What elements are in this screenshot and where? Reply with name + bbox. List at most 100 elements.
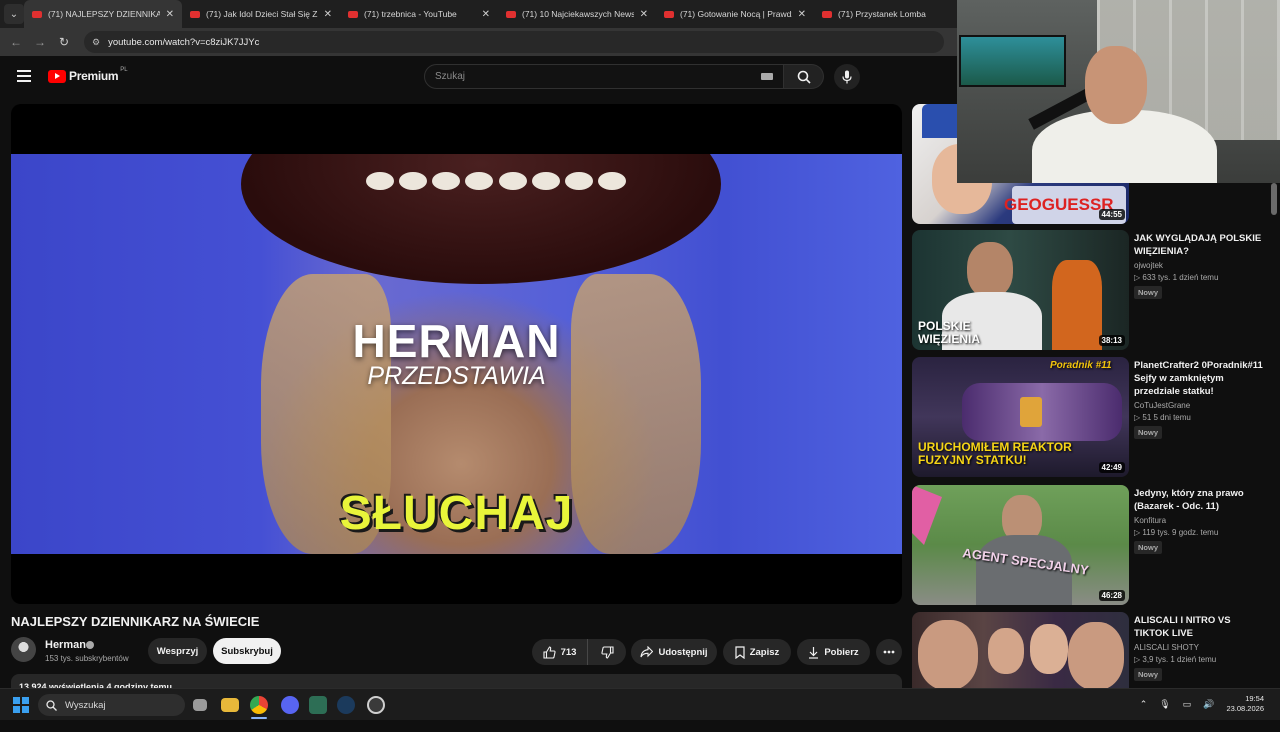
video-duration: 38:13 bbox=[1098, 335, 1125, 346]
taskbar-search-box[interactable]: Wyszukaj bbox=[38, 694, 185, 716]
close-tab-icon[interactable]: ✕ bbox=[640, 9, 648, 20]
clock[interactable]: 19:54 23.08.2026 bbox=[1226, 694, 1264, 714]
search-button[interactable] bbox=[784, 64, 824, 89]
discord-icon[interactable] bbox=[281, 696, 299, 714]
system-tray: ⌃ 🎙 ▭ 🔊 19:54 23.08.2026 bbox=[1140, 694, 1264, 714]
video-thumbnail[interactable]: Poradnik #11 URUCHOMIŁEM REAKTOR FUZYJNY… bbox=[912, 357, 1129, 477]
video-title[interactable]: ALISCALI I NITRO VS TIKTOK LIVE bbox=[1134, 614, 1268, 640]
channel-name[interactable]: Konfitura bbox=[1134, 516, 1268, 525]
close-tab-icon[interactable]: ✕ bbox=[324, 9, 332, 20]
url-text: youtube.com/watch?v=c8ziJK7JJYc bbox=[108, 36, 260, 48]
bookmark-icon bbox=[735, 645, 745, 659]
download-button[interactable]: Pobierz bbox=[797, 639, 870, 665]
new-badge: Nowy bbox=[1134, 541, 1163, 554]
volume-icon[interactable]: 🔊 bbox=[1203, 699, 1214, 710]
video-stats: ▷ 51 5 dni temu bbox=[1134, 413, 1191, 422]
obs-icon[interactable] bbox=[367, 696, 385, 714]
close-tab-icon[interactable]: ✕ bbox=[482, 9, 490, 20]
thumbs-up-icon bbox=[543, 645, 556, 659]
video-duration: 44:55 bbox=[1098, 209, 1125, 220]
youtube-favicon-icon bbox=[190, 10, 200, 18]
task-view-icon[interactable] bbox=[193, 699, 207, 711]
site-settings-icon[interactable]: ⚙ bbox=[92, 37, 100, 48]
channel-name[interactable]: ALISCALI SHOTY bbox=[1134, 643, 1268, 652]
video-title[interactable]: PlanetCrafter2 0Poradnik#11 Sejfy w zamk… bbox=[1134, 359, 1268, 398]
close-tab-icon[interactable]: ✕ bbox=[798, 9, 806, 20]
youtube-premium-logo[interactable]: Premium PL bbox=[48, 67, 128, 83]
channel-name[interactable]: Herman bbox=[45, 639, 86, 651]
address-bar[interactable]: ⚙ youtube.com/watch?v=c8ziJK7JJYc bbox=[84, 31, 944, 53]
thumbnail-overlay-text: URUCHOMIŁEM REAKTOR FUZYJNY STATKU! bbox=[918, 440, 1072, 467]
thumbnail-overlay-text: GEOGUESSR bbox=[1004, 195, 1114, 214]
windows-start-icon[interactable] bbox=[13, 697, 29, 713]
sidebar-scrollbar[interactable] bbox=[1271, 183, 1277, 215]
file-explorer-icon[interactable] bbox=[221, 698, 239, 712]
chrome-icon[interactable] bbox=[250, 696, 268, 714]
youtube-favicon-icon bbox=[348, 10, 358, 18]
video-title[interactable]: Jedyny, który zna prawo (Bazarek - Odc. … bbox=[1134, 487, 1268, 513]
like-button[interactable]: 713 bbox=[532, 639, 588, 665]
browser-tab[interactable]: (71) 10 Najciekawszych Newsów✕ bbox=[498, 0, 656, 28]
video-title[interactable]: JAK WYGLĄDAJĄ POLSKIE WIĘZIENIA? bbox=[1134, 232, 1268, 258]
new-badge: Nowy bbox=[1134, 668, 1163, 681]
youtube-header: Premium PL Szukaj bbox=[0, 56, 957, 98]
search-input[interactable]: Szukaj bbox=[424, 64, 784, 89]
thumbs-down-icon bbox=[600, 645, 614, 659]
video-stats: ▷ 633 tys. 1 dzień temu bbox=[1134, 273, 1219, 282]
browser-tab[interactable]: (71) trzebnica - YouTube ✕ bbox=[340, 0, 498, 28]
xbox-app-icon[interactable] bbox=[309, 696, 327, 714]
share-button[interactable]: Udostępnij bbox=[631, 639, 717, 665]
browser-tab[interactable]: (71) Gotowanie Nocą | Prawdziw ✕ bbox=[656, 0, 814, 28]
voice-search-button[interactable] bbox=[834, 64, 860, 90]
back-arrow-icon[interactable]: ← bbox=[4, 35, 28, 49]
tab-list-button[interactable]: ⌄ bbox=[4, 4, 24, 24]
subscribe-button[interactable]: Subskrybuj bbox=[213, 638, 281, 664]
recommended-video[interactable]: POLSKIE WIĘZIENIA 38:13 JAK WYGLĄDAJĄ PO… bbox=[912, 230, 1272, 350]
forward-arrow-icon[interactable]: → bbox=[28, 35, 52, 49]
video-stats: ▷ 119 tys. 9 godz. temu bbox=[1134, 528, 1219, 537]
steam-icon[interactable] bbox=[337, 696, 355, 714]
pink-splash-shape bbox=[912, 485, 942, 545]
video-meta: JAK WYGLĄDAJĄ POLSKIE WIĘZIENIA? ojwojte… bbox=[1134, 232, 1268, 300]
channel-avatar[interactable] bbox=[11, 637, 36, 662]
hamburger-menu-icon[interactable] bbox=[17, 70, 31, 82]
face-shape bbox=[967, 242, 1013, 298]
face-shape bbox=[988, 628, 1024, 674]
join-button[interactable]: Wesprzyj bbox=[148, 638, 207, 664]
save-button[interactable]: Zapisz bbox=[723, 639, 791, 665]
video-duration: 46:28 bbox=[1098, 590, 1125, 601]
search-icon bbox=[46, 699, 57, 711]
video-overlay-subtitle: PRZEDSTAWIA bbox=[367, 362, 546, 390]
channel-name[interactable]: ojwojtek bbox=[1134, 261, 1268, 270]
youtube-favicon-icon bbox=[32, 10, 42, 18]
dislike-button[interactable] bbox=[588, 639, 626, 665]
youtube-favicon-icon bbox=[506, 10, 516, 18]
search-icon bbox=[797, 70, 811, 84]
recommended-video[interactable]: Poradnik #11 URUCHOMIŁEM REAKTOR FUZYJNY… bbox=[912, 357, 1272, 477]
windows-taskbar: Wyszukaj ⌃ 🎙 ▭ 🔊 19:54 23.08.2026 bbox=[0, 688, 1280, 720]
chevron-up-icon[interactable]: ⌃ bbox=[1140, 699, 1148, 710]
new-badge: Nowy bbox=[1134, 286, 1163, 299]
channel-name[interactable]: CoTuJestGrane bbox=[1134, 401, 1268, 410]
video-thumbnail[interactable] bbox=[912, 612, 1129, 688]
video-title: NAJLEPSZY DZIENNIKARZ NA ŚWIECIE bbox=[11, 614, 260, 629]
youtube-favicon-icon bbox=[822, 10, 832, 18]
browser-tab[interactable]: (71) Jak Idol Dzieci Stał Się Zupeł✕ bbox=[182, 0, 340, 28]
video-thumbnail[interactable]: POLSKIE WIĘZIENIA 38:13 bbox=[912, 230, 1129, 350]
network-icon[interactable]: ▭ bbox=[1183, 699, 1192, 710]
aquarium-shape bbox=[959, 35, 1066, 87]
video-player[interactable]: HERMAN PRZEDSTAWIA SŁUCHAJ bbox=[11, 104, 902, 604]
more-actions-button[interactable] bbox=[876, 639, 902, 665]
recommended-video[interactable]: AGENT SPECJALNY 46:28 Jedyny, który zna … bbox=[912, 485, 1272, 605]
close-tab-icon[interactable]: ✕ bbox=[166, 9, 174, 20]
video-frame: HERMAN PRZEDSTAWIA SŁUCHAJ bbox=[11, 154, 902, 554]
reload-icon[interactable]: ↻ bbox=[52, 35, 76, 49]
face-shape bbox=[918, 620, 978, 688]
browser-tab[interactable]: (71) Przystanek Lombard - Odci bbox=[814, 0, 934, 28]
browser-tab[interactable]: (71) NAJLEPSZY DZIENNIKARZ NA✕ bbox=[24, 0, 182, 28]
microphone-icon[interactable]: 🎙 bbox=[1159, 699, 1170, 710]
keyboard-icon[interactable] bbox=[761, 73, 773, 80]
video-thumbnail[interactable]: AGENT SPECJALNY 46:28 bbox=[912, 485, 1129, 605]
video-meta: Jedyny, który zna prawo (Bazarek - Odc. … bbox=[1134, 487, 1268, 555]
person-head-shape bbox=[1085, 46, 1147, 124]
